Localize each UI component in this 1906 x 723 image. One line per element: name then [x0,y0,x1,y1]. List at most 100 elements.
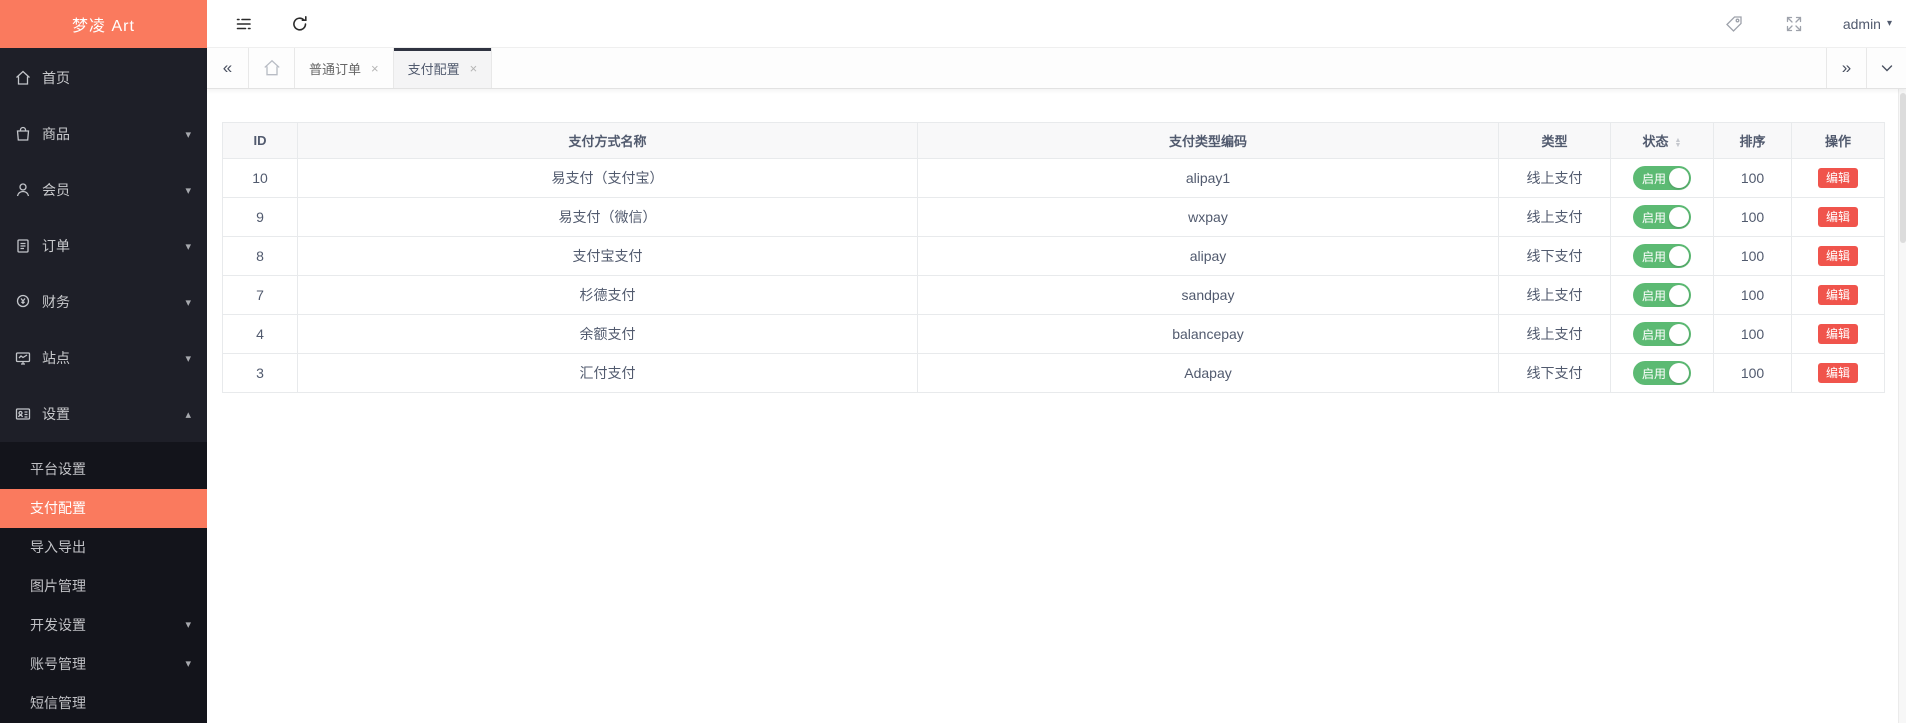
cell-sort: 100 [1714,276,1792,315]
status-toggle[interactable]: 启用 [1633,244,1691,268]
table-row: 10 易支付（支付宝） alipay1 线上支付 启用 100 编辑 [223,159,1885,198]
bag-icon [12,123,34,145]
sidebar-item-label: 首页 [42,68,191,88]
payment-methods-table: ID 支付方式名称 支付类型编码 类型 状态▲▼ 排序 操作 10 易支 [222,122,1885,393]
submenu-item-label: 导入导出 [30,539,86,555]
toggle-knob [1669,168,1689,188]
sidebar-item-label: 站点 [42,348,185,368]
app-logo: 梦凌 Art [0,0,207,48]
toggle-label: 启用 [1642,326,1666,343]
edit-button[interactable]: 编辑 [1818,324,1858,344]
sidebar-item-label: 商品 [42,124,185,144]
cell-status: 启用 [1611,159,1714,198]
sort-desc-icon[interactable]: ▼ [1675,143,1682,148]
cell-type: 线下支付 [1499,237,1611,276]
cell-name: 余额支付 [298,315,918,354]
sidebar-item-members[interactable]: 会员 ▾ [0,162,207,218]
settings-submenu: 平台设置 支付配置 导入导出 图片管理 开发设置 ▾ 账号管理 ▾ 短信管理 [0,442,207,723]
cell-sort: 100 [1714,315,1792,354]
collapse-sidebar-icon[interactable] [233,13,255,35]
cell-id: 8 [223,237,298,276]
submenu-item-payment-config[interactable]: 支付配置 [0,489,207,528]
sidebar-item-site[interactable]: 站点 ▾ [0,330,207,386]
status-toggle[interactable]: 启用 [1633,205,1691,229]
refresh-icon[interactable] [289,13,311,35]
cell-code: balancepay [918,315,1499,354]
tab-payment-config[interactable]: 支付配置 × [394,48,493,88]
submenu-item-dev-settings[interactable]: 开发设置 ▾ [0,606,207,645]
cell-sort: 100 [1714,354,1792,393]
table-row: 7 杉德支付 sandpay 线上支付 启用 100 编辑 [223,276,1885,315]
submenu-item-image-management[interactable]: 图片管理 [0,567,207,606]
sidebar-item-finance[interactable]: 财务 ▾ [0,274,207,330]
edit-button[interactable]: 编辑 [1818,285,1858,305]
tabs-scroll-right-button[interactable]: » [1826,48,1866,88]
toggle-label: 启用 [1642,365,1666,382]
cell-status: 启用 [1611,315,1714,354]
vertical-scrollbar[interactable] [1898,48,1906,723]
header-action: 操作 [1792,123,1885,159]
cell-name: 支付宝支付 [298,237,918,276]
sidebar-item-goods[interactable]: 商品 ▾ [0,106,207,162]
chevron-down-icon: ▾ [185,240,191,253]
close-icon[interactable]: × [371,61,379,76]
tab-label: 普通订单 [309,59,361,78]
sort-control[interactable]: ▲▼ [1675,138,1682,148]
status-toggle[interactable]: 启用 [1633,283,1691,307]
cell-code: alipay1 [918,159,1499,198]
close-icon[interactable]: × [470,61,478,76]
topbar: admin ▾ [207,0,1906,48]
cell-sort: 100 [1714,159,1792,198]
username-label: admin [1843,16,1881,32]
toggle-label: 启用 [1642,170,1666,187]
cell-type: 线上支付 [1499,198,1611,237]
submenu-item-import-export[interactable]: 导入导出 [0,528,207,567]
order-icon [12,235,34,257]
cell-name: 汇付支付 [298,354,918,393]
main-area: admin ▾ « 普通订单 × 支付配置 × [207,0,1906,723]
submenu-item-label: 开发设置 [30,617,86,633]
toggle-label: 启用 [1642,248,1666,265]
status-toggle[interactable]: 启用 [1633,322,1691,346]
tag-icon[interactable] [1723,13,1745,35]
double-chevron-right-icon: » [1842,58,1851,78]
toggle-knob [1669,363,1689,383]
sidebar-item-home[interactable]: 首页 [0,50,207,106]
submenu-item-sms-management[interactable]: 短信管理 [0,684,207,723]
sidebar: 梦凌 Art 首页 商品 ▾ 会员 ▾ [0,0,207,723]
edit-button[interactable]: 编辑 [1818,168,1858,188]
header-type: 类型 [1499,123,1611,159]
status-toggle[interactable]: 启用 [1633,166,1691,190]
header-sort: 排序 [1714,123,1792,159]
status-toggle[interactable]: 启用 [1633,361,1691,385]
tab-home[interactable] [249,48,295,88]
edit-button[interactable]: 编辑 [1818,363,1858,383]
cell-action: 编辑 [1792,198,1885,237]
tabbar: « 普通订单 × 支付配置 × » [207,48,1906,89]
scrollbar-thumb[interactable] [1900,93,1906,243]
chevron-down-icon: ▾ [185,645,191,684]
cell-id: 3 [223,354,298,393]
tabs-menu-button[interactable] [1866,48,1906,88]
sidebar-item-label: 设置 [42,404,185,424]
fullscreen-icon[interactable] [1783,13,1805,35]
sidebar-item-orders[interactable]: 订单 ▾ [0,218,207,274]
submenu-item-label: 平台设置 [30,461,86,477]
cell-type: 线上支付 [1499,276,1611,315]
submenu-item-platform-settings[interactable]: 平台设置 [0,450,207,489]
table-row: 9 易支付（微信） wxpay 线上支付 启用 100 编辑 [223,198,1885,237]
tab-label: 支付配置 [408,59,460,78]
cell-type: 线上支付 [1499,315,1611,354]
cell-code: wxpay [918,198,1499,237]
tabs-scroll-left-button[interactable]: « [207,48,249,88]
finance-icon [12,291,34,313]
edit-button[interactable]: 编辑 [1818,207,1858,227]
cell-name: 易支付（微信） [298,198,918,237]
cell-action: 编辑 [1792,354,1885,393]
edit-button[interactable]: 编辑 [1818,246,1858,266]
user-menu[interactable]: admin ▾ [1843,16,1892,32]
tab-normal-orders[interactable]: 普通订单 × [295,48,394,88]
sidebar-item-settings[interactable]: 设置 ▴ [0,386,207,442]
sidebar-item-label: 订单 [42,236,185,256]
submenu-item-account-management[interactable]: 账号管理 ▾ [0,645,207,684]
